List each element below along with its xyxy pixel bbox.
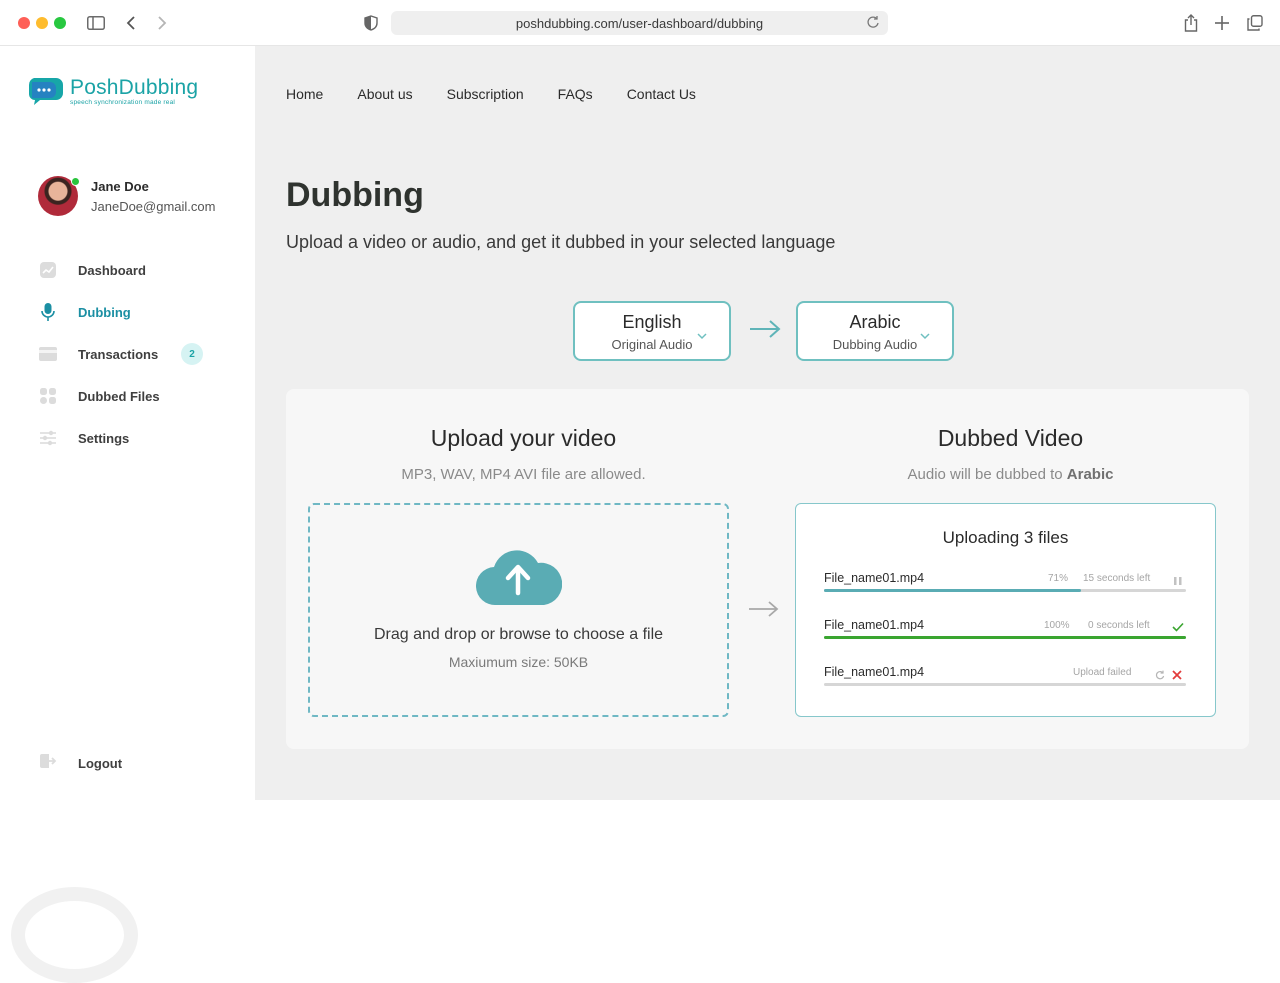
file-upload-status: Upload failed [1073, 667, 1132, 678]
top-navigation: Home About us Subscription FAQs Contact … [286, 86, 730, 102]
nav-contact-link[interactable]: Contact Us [627, 86, 696, 102]
card-icon [38, 344, 58, 364]
sidebar-nav: Dashboard Dubbing Transactions 2 Dubbed … [38, 259, 238, 469]
sidebar-item-label: Settings [78, 430, 130, 446]
sidebar-toggle-icon[interactable] [85, 12, 107, 34]
file-name: File_name01.mp4 [824, 571, 925, 585]
avatar [38, 176, 80, 216]
sidebar-item-settings[interactable]: Settings [38, 427, 238, 449]
upload-progress-panel: Uploading 3 files File_name01.mp4 71% 15… [795, 503, 1216, 717]
reload-icon[interactable] [866, 15, 880, 32]
sliders-icon [38, 428, 58, 448]
user-email: JaneDoe@gmail.com [91, 198, 216, 214]
chevron-down-icon [697, 327, 707, 345]
back-icon[interactable] [120, 12, 142, 34]
process-arrow-icon [748, 599, 780, 624]
chart-icon [38, 260, 58, 280]
dropzone-instructions: Drag and drop or browse to choose a file [373, 626, 664, 643]
file-percent: 71% [1048, 573, 1069, 584]
chevron-down-icon [920, 327, 930, 345]
nav-faqs-link[interactable]: FAQs [558, 86, 593, 102]
progress-track [824, 683, 1186, 686]
browser-toolbar: poshdubbing.com/user-dashboard/dubbing [0, 0, 1280, 46]
logo-title: PoshDubbing [70, 76, 199, 99]
file-time-left: 15 seconds left [1083, 573, 1151, 584]
file-name: File_name01.mp4 [824, 665, 925, 679]
file-row: File_name01.mp4 Upload failed [824, 665, 1186, 687]
address-bar[interactable]: poshdubbing.com/user-dashboard/dubbing [391, 11, 888, 35]
file-row: File_name01.mp4 71% 15 seconds left [824, 571, 1186, 593]
new-tab-icon[interactable] [1211, 12, 1233, 34]
dropzone-max-size: Maxiumum size: 50KB [448, 654, 589, 670]
file-row: File_name01.mp4 100% 0 seconds left [824, 618, 1186, 640]
minimize-window-button[interactable] [36, 17, 48, 29]
dubbed-target-language: Arabic [1066, 466, 1114, 483]
file-percent: 100% [1044, 620, 1070, 631]
nav-about-link[interactable]: About us [357, 86, 412, 102]
sidebar-item-dubbing[interactable]: Dubbing [38, 301, 238, 323]
maximize-window-button[interactable] [54, 17, 66, 29]
dubbed-title: Dubbed Video [937, 425, 1084, 451]
language-arrow-icon [748, 318, 782, 345]
target-language-select[interactable]: Arabic Dubbing Audio [796, 301, 954, 361]
tab-overview-icon[interactable] [1244, 12, 1266, 34]
decorative-ring [11, 887, 138, 983]
progress-fill [824, 589, 1082, 592]
upload-progress-title: Uploading 3 files [942, 528, 1069, 547]
grid-icon [38, 386, 58, 406]
upload-allowed-formats: MP3, WAV, MP4 AVI file are allowed. [401, 466, 646, 483]
sidebar-item-label: Transactions [78, 346, 159, 362]
microphone-icon [38, 302, 58, 322]
url-text: poshdubbing.com/user-dashboard/dubbing [515, 15, 764, 31]
forward-icon[interactable] [151, 12, 173, 34]
file-dropzone[interactable]: Drag and drop or browse to choose a file… [308, 503, 729, 717]
logout-label: Logout [78, 756, 123, 771]
progress-track [824, 636, 1186, 639]
privacy-shield-icon[interactable] [360, 12, 382, 34]
user-name: Jane Doe [91, 178, 149, 194]
logout-button[interactable]: Logout [38, 752, 122, 775]
dubbing-card: Upload your video MP3, WAV, MP4 AVI file… [286, 389, 1249, 749]
sidebar-item-label: Dashboard [78, 262, 146, 278]
sidebar-item-transactions[interactable]: Transactions 2 [38, 343, 238, 365]
close-window-button[interactable] [18, 17, 30, 29]
logo-tagline: speech synchronization made real [70, 99, 176, 106]
progress-fill [824, 636, 1186, 639]
file-name: File_name01.mp4 [824, 618, 925, 632]
sidebar-item-label: Dubbing [78, 304, 131, 320]
check-icon [1172, 619, 1184, 637]
share-icon[interactable] [1180, 12, 1202, 34]
logout-icon [38, 752, 58, 775]
dubbed-subtitle: Audio will be dubbed to Arabic [775, 466, 1246, 483]
sidebar-item-dubbed-files[interactable]: Dubbed Files [38, 385, 238, 407]
transactions-count-badge: 2 [181, 343, 203, 365]
logo-bubble-icon [28, 76, 64, 111]
progress-track [824, 589, 1186, 592]
nav-home-link[interactable]: Home [286, 86, 323, 102]
logo[interactable]: PoshDubbing speech synchronization made … [28, 76, 198, 111]
source-language-select[interactable]: English Original Audio [573, 301, 731, 361]
user-profile[interactable]: Jane Doe JaneDoe@gmail.com [38, 176, 215, 216]
sidebar-item-label: Dubbed Files [78, 388, 160, 404]
sidebar-item-dashboard[interactable]: Dashboard [38, 259, 238, 281]
cloud-upload-icon [475, 545, 563, 612]
file-time-left: 0 seconds left [1088, 620, 1150, 631]
main-content: Home About us Subscription FAQs Contact … [255, 46, 1280, 800]
online-status-indicator [71, 177, 80, 186]
nav-subscription-link[interactable]: Subscription [447, 86, 524, 102]
page-title: Dubbing [286, 176, 424, 214]
dubbed-subtitle-prefix: Audio will be dubbed to [907, 466, 1067, 483]
upload-title: Upload your video [430, 425, 617, 451]
sidebar: PoshDubbing speech synchronization made … [0, 46, 255, 800]
page-subtitle: Upload a video or audio, and get it dubb… [286, 232, 836, 252]
